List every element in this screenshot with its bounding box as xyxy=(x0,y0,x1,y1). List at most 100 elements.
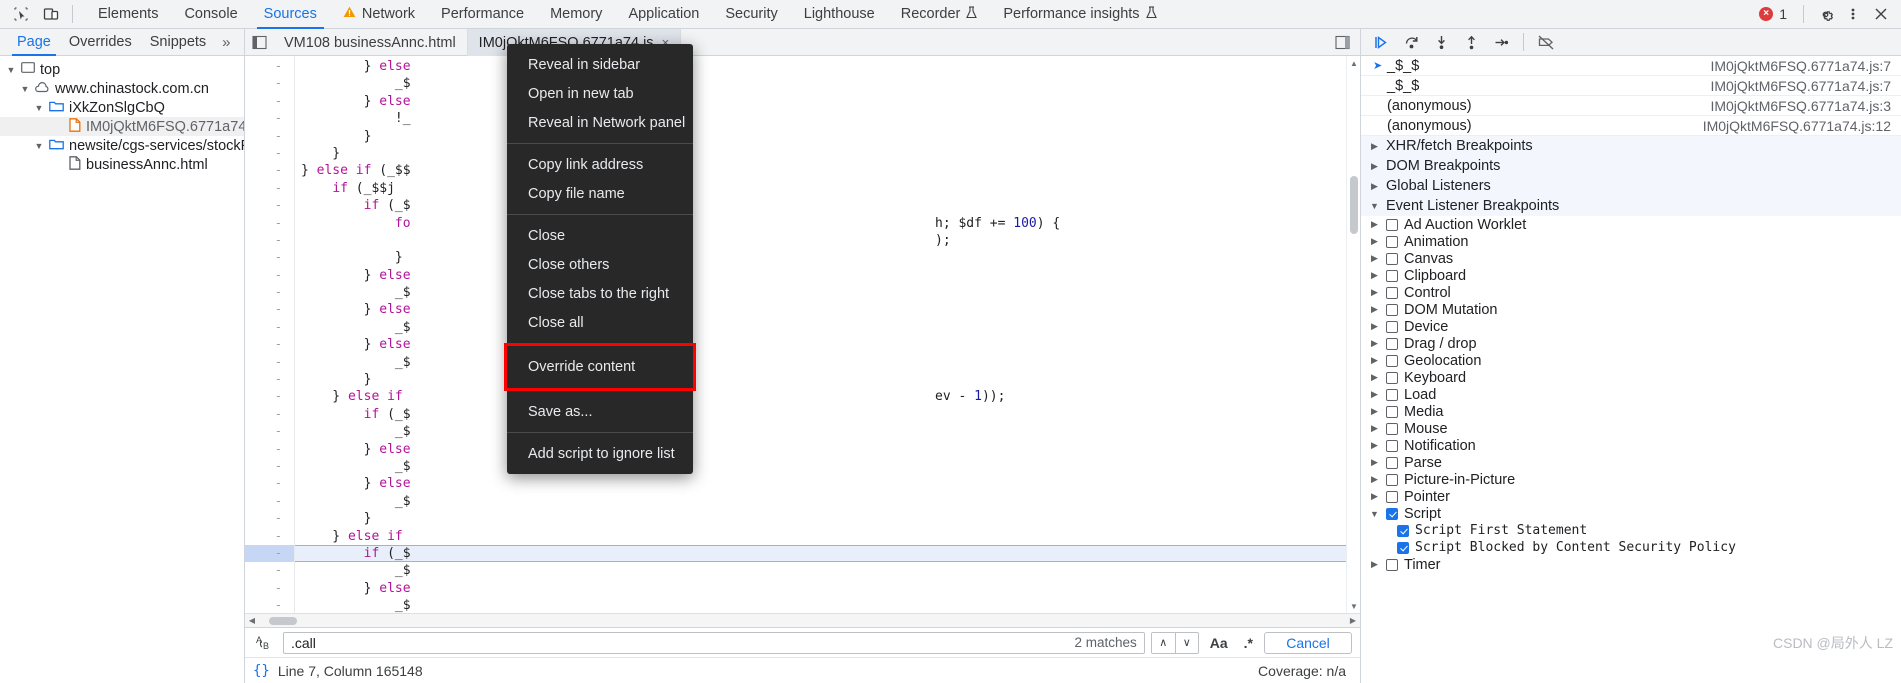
tab-network[interactable]: Network xyxy=(330,0,428,29)
line-number[interactable]: - xyxy=(245,580,294,597)
event-listener-row[interactable]: ▶ Animation xyxy=(1361,233,1901,250)
event-listener-row[interactable]: ▶ DOM Mutation xyxy=(1361,301,1901,318)
scroll-right-arrow-icon[interactable]: ▶ xyxy=(1346,614,1360,628)
code-line[interactable]: } else xyxy=(295,336,1360,353)
scroll-down-arrow-icon[interactable]: ▼ xyxy=(1347,599,1360,613)
code-line[interactable]: if (_$ xyxy=(295,544,1360,563)
twisty-collapsed-icon[interactable]: ▶ xyxy=(1369,321,1380,332)
nav-tab-overrides[interactable]: Overrides xyxy=(60,29,141,56)
twisty-collapsed-icon[interactable]: ▶ xyxy=(1369,389,1380,400)
line-number[interactable]: - xyxy=(245,58,294,75)
code-line[interactable]: } else xyxy=(295,580,1360,597)
event-listener-row[interactable]: ▶ Ad Auction Worklet xyxy=(1361,216,1901,233)
editor-vertical-scrollbar[interactable]: ▲ ▼ xyxy=(1346,56,1360,613)
twisty-collapsed-icon[interactable]: ▶ xyxy=(1369,181,1380,192)
code-line[interactable]: if (_$ xyxy=(295,406,1360,423)
editor-horizontal-scrollbar[interactable]: ◀ ▶ xyxy=(245,613,1360,627)
tab-console[interactable]: Console xyxy=(171,0,250,29)
code-line[interactable]: _$ xyxy=(295,493,1360,510)
line-number[interactable]: - xyxy=(245,197,294,214)
line-number[interactable]: - xyxy=(245,528,294,545)
event-listener-row[interactable]: ▶ Control xyxy=(1361,284,1901,301)
event-listener-row[interactable]: ▶ Media xyxy=(1361,403,1901,420)
event-listener-checkbox[interactable] xyxy=(1386,337,1398,350)
twisty-expanded-icon[interactable]: ▼ xyxy=(20,84,30,94)
event-listener-checkbox[interactable] xyxy=(1386,371,1398,384)
pretty-print-icon[interactable]: {} xyxy=(253,663,270,679)
cancel-search-button[interactable]: Cancel xyxy=(1264,631,1352,654)
line-number[interactable]: - xyxy=(245,249,294,266)
ctx-close-tabs-to-the-right[interactable]: Close tabs to the right xyxy=(507,279,693,308)
code-content[interactable]: } else _$ } else !_ } }} else if (_$$ if… xyxy=(295,56,1360,613)
twisty-collapsed-icon[interactable]: ▶ xyxy=(1369,559,1380,570)
line-number[interactable]: - xyxy=(245,475,294,492)
scroll-up-arrow-icon[interactable]: ▲ xyxy=(1347,56,1360,70)
tab-security[interactable]: Security xyxy=(712,0,790,29)
ctx-close-others[interactable]: Close others xyxy=(507,250,693,279)
code-line[interactable]: } else if (_$$ xyxy=(295,162,1360,179)
search-input-wrapper[interactable]: 2 matches xyxy=(283,631,1145,654)
event-listener-checkbox[interactable] xyxy=(1386,286,1398,299)
event-listener-checkbox[interactable] xyxy=(1386,456,1398,469)
event-listener-row[interactable]: Script First Statement xyxy=(1361,522,1901,539)
line-number[interactable]: - xyxy=(245,510,294,527)
line-number[interactable]: - xyxy=(245,110,294,127)
line-number[interactable]: - xyxy=(245,544,294,563)
twisty-collapsed-icon[interactable]: ▶ xyxy=(1369,236,1380,247)
twisty-collapsed-icon[interactable]: ▶ xyxy=(1369,287,1380,298)
line-number[interactable]: - xyxy=(245,423,294,440)
twisty-expanded-icon[interactable]: ▼ xyxy=(34,103,44,113)
event-listener-checkbox[interactable] xyxy=(1397,541,1409,554)
horizontal-scroll-thumb[interactable] xyxy=(269,616,297,625)
line-number[interactable]: - xyxy=(245,562,294,579)
tree-item-newsite-folder[interactable]: ▼ newsite/cgs-services/stockFinance xyxy=(0,136,244,155)
twisty-collapsed-icon[interactable]: ▶ xyxy=(1369,372,1380,383)
device-toolbar-icon[interactable] xyxy=(36,1,66,27)
code-line[interactable]: } xyxy=(295,249,1360,266)
call-stack-row[interactable]: (anonymous) IM0jQktM6FSQ.6771a74.js:3 xyxy=(1361,96,1901,116)
code-line[interactable]: _$ xyxy=(295,284,1360,301)
twisty-collapsed-icon[interactable]: ▶ xyxy=(1369,355,1380,366)
line-number[interactable]: - xyxy=(245,371,294,388)
event-listener-checkbox[interactable] xyxy=(1386,558,1398,571)
event-listener-checkbox[interactable] xyxy=(1386,303,1398,316)
code-line[interactable]: if (_$ xyxy=(295,197,1360,214)
line-number[interactable]: - xyxy=(245,319,294,336)
search-next-button[interactable]: ∨ xyxy=(1174,632,1198,653)
ctx-add-script-to-ignore-list[interactable]: Add script to ignore list xyxy=(507,439,693,468)
event-listener-row[interactable]: ▶ Clipboard xyxy=(1361,267,1901,284)
event-listener-row[interactable]: ▶ Picture-in-Picture xyxy=(1361,471,1901,488)
match-case-toggle[interactable]: Aa xyxy=(1205,635,1233,651)
tab-performance[interactable]: Performance xyxy=(428,0,537,29)
code-line[interactable]: ); xyxy=(295,232,1360,249)
twisty-collapsed-icon[interactable]: ▶ xyxy=(1369,219,1380,230)
line-number[interactable]: - xyxy=(245,388,294,405)
event-listener-row[interactable]: ▶ Keyboard xyxy=(1361,369,1901,386)
deactivate-breakpoints-icon[interactable] xyxy=(1532,30,1560,55)
line-number[interactable]: - xyxy=(245,354,294,371)
code-line[interactable]: } else if ev - 1)); xyxy=(295,388,1360,405)
code-line[interactable]: fo h; $df += 100) { xyxy=(295,215,1360,232)
event-listener-checkbox[interactable] xyxy=(1386,388,1398,401)
code-line[interactable]: } xyxy=(295,371,1360,388)
line-number[interactable]: - xyxy=(245,128,294,145)
twisty-collapsed-icon[interactable]: ▶ xyxy=(1369,161,1380,172)
ctx-close-all[interactable]: Close all xyxy=(507,308,693,337)
search-prev-button[interactable]: ∧ xyxy=(1151,632,1175,653)
code-line[interactable]: if (_$$j xyxy=(295,180,1360,197)
code-line[interactable]: _$ xyxy=(295,458,1360,475)
line-number[interactable]: - xyxy=(245,493,294,510)
line-number[interactable]: - xyxy=(245,597,294,613)
hide-navigator-icon[interactable] xyxy=(245,29,273,55)
code-line[interactable]: } else xyxy=(295,93,1360,110)
event-listener-row[interactable]: ▶ Drag / drop xyxy=(1361,335,1901,352)
show-debugger-sidebar-icon[interactable] xyxy=(1328,35,1356,50)
ctx-copy-link-address[interactable]: Copy link address xyxy=(507,150,693,179)
code-line[interactable]: _$ xyxy=(295,597,1360,613)
event-listener-checkbox[interactable] xyxy=(1386,422,1398,435)
tab-performance-insights[interactable]: Performance insights xyxy=(990,0,1169,29)
twisty-expanded-icon[interactable]: ▼ xyxy=(1369,509,1380,519)
nav-tab-page[interactable]: Page xyxy=(8,29,60,56)
kebab-menu-icon[interactable] xyxy=(1840,2,1866,26)
line-number[interactable]: - xyxy=(245,458,294,475)
